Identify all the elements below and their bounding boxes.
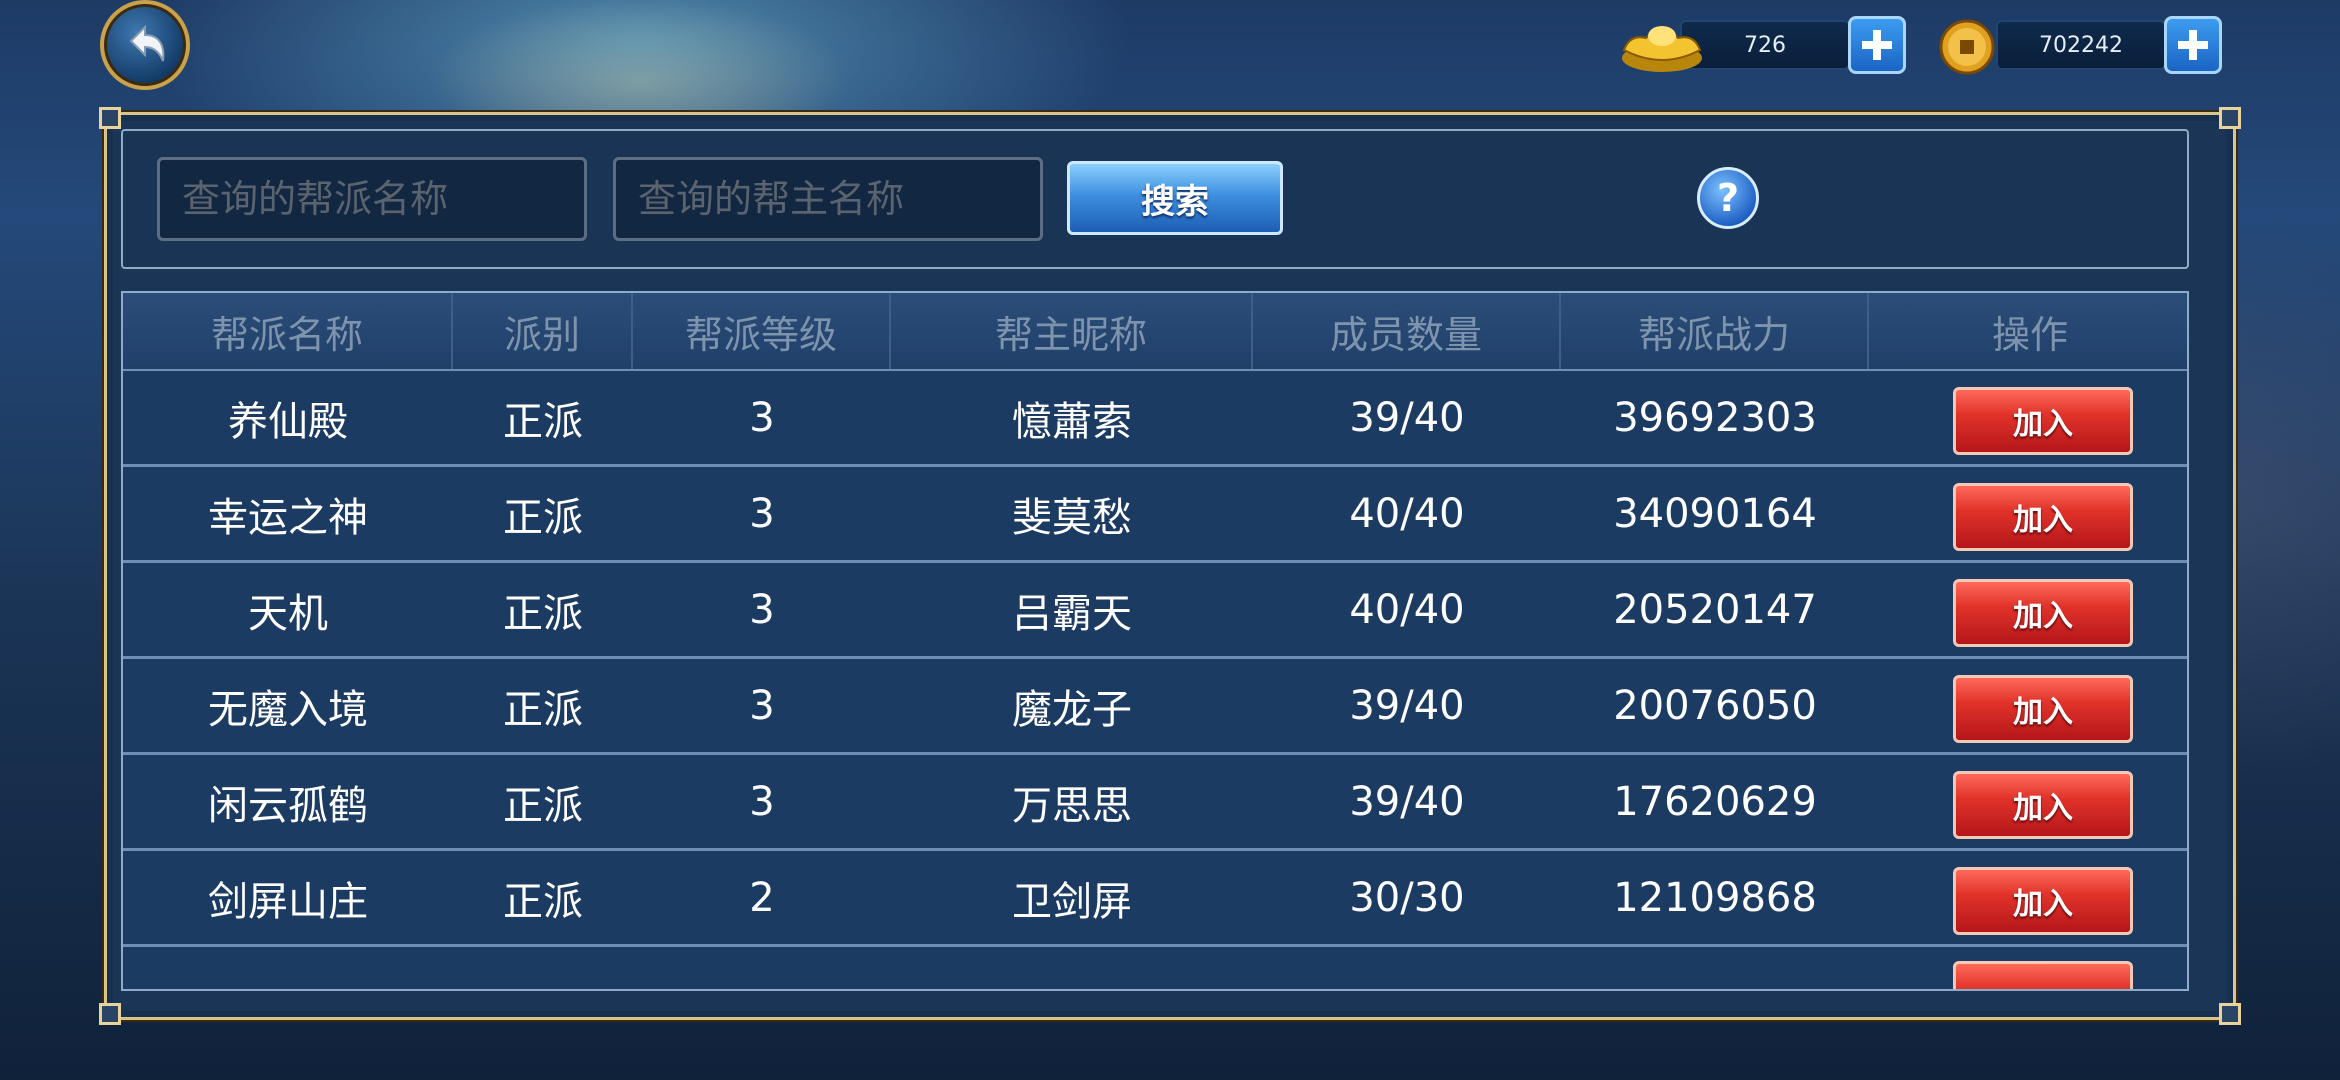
- gold-ingot-icon: [1620, 14, 1704, 80]
- panel-corner-ornament: [2219, 1003, 2241, 1025]
- cell-guild-power: 12109868: [1613, 874, 1817, 921]
- help-button[interactable]: ?: [1697, 167, 1759, 229]
- cell-faction: 正派: [503, 398, 583, 445]
- cell-guild-level: 2: [749, 874, 775, 921]
- leader-name-search-input[interactable]: [613, 157, 1043, 241]
- join-button[interactable]: [1953, 961, 2133, 989]
- copper-coin-icon: [1938, 18, 1996, 80]
- gold-ingot-amount: 726: [1680, 20, 1850, 70]
- cell-member-count: 39/40: [1349, 778, 1465, 825]
- table-row-partial: [123, 947, 2187, 989]
- cell-guild-power: 17620629: [1613, 778, 1817, 825]
- panel-corner-ornament: [99, 1003, 121, 1025]
- plus-icon: [1862, 30, 1892, 60]
- back-button[interactable]: [100, 0, 190, 90]
- table-row: 闲云孤鹤 正派 3 万思思 39/40 17620629 加入: [123, 755, 2187, 851]
- copper-coin-counter: 702242: [1936, 14, 2226, 76]
- cell-faction: 正派: [503, 686, 583, 733]
- header-guild-name: 帮派名称: [123, 293, 453, 369]
- join-button[interactable]: 加入: [1953, 387, 2133, 455]
- cell-guild-level: 3: [749, 586, 775, 633]
- table-row: 天机 正派 3 吕霸天 40/40 20520147 加入: [123, 563, 2187, 659]
- guild-list-panel: 搜索 ? 帮派名称 派别 帮派等级 帮主昵称 成员数量 帮派战力 操作 养仙殿正…: [99, 107, 2241, 1025]
- add-gold-button[interactable]: [1848, 16, 1906, 74]
- guild-table: 帮派名称 派别 帮派等级 帮主昵称 成员数量 帮派战力 操作 养仙殿 正派 3 憶蕭索…: [121, 291, 2189, 991]
- cell-guild-name: 养仙殿: [228, 398, 348, 445]
- panel-corner-ornament: [99, 107, 121, 129]
- cell-faction: 正派: [503, 494, 583, 541]
- question-mark-icon: ?: [1716, 176, 1740, 220]
- join-button[interactable]: 加入: [1953, 675, 2133, 743]
- guild-name-search-input[interactable]: [157, 157, 587, 241]
- cell-guild-power: 39692303: [1613, 394, 1817, 441]
- search-bar: 搜索 ?: [121, 129, 2189, 269]
- cell-guild-name: 天机: [248, 590, 328, 637]
- back-arrow-icon: [129, 24, 165, 62]
- cell-guild-name: 无魔入境: [208, 686, 368, 733]
- cell-faction: 正派: [503, 590, 583, 637]
- cell-guild-power: 20076050: [1613, 682, 1817, 729]
- header-leader-name: 帮主昵称: [891, 293, 1253, 369]
- table-row: 养仙殿 正派 3 憶蕭索 39/40 39692303 加入: [123, 371, 2187, 467]
- cell-guild-name: 闲云孤鹤: [208, 782, 368, 829]
- plus-icon: [2178, 30, 2208, 60]
- join-button[interactable]: 加入: [1953, 483, 2133, 551]
- cell-guild-level: 3: [749, 778, 775, 825]
- cell-member-count: 39/40: [1349, 394, 1465, 441]
- cell-faction: 正派: [503, 878, 583, 925]
- cell-leader-name: 吕霸天: [1012, 590, 1132, 637]
- add-coin-button[interactable]: [2164, 16, 2222, 74]
- cell-leader-name: 万思思: [1012, 782, 1132, 829]
- header-action: 操作: [1991, 312, 2068, 357]
- join-button[interactable]: 加入: [1953, 771, 2133, 839]
- header-member-count: 成员数量: [1253, 293, 1561, 369]
- cell-member-count: 40/40: [1349, 586, 1465, 633]
- cell-guild-name: 幸运之神: [208, 494, 368, 541]
- header-faction: 派别: [453, 293, 633, 369]
- copper-coin-amount: 702242: [1996, 20, 2166, 70]
- header-guild-power: 帮派战力: [1561, 293, 1869, 369]
- cell-member-count: 39/40: [1349, 682, 1465, 729]
- cell-guild-power: 34090164: [1613, 490, 1817, 537]
- panel-corner-ornament: [2219, 107, 2241, 129]
- header-guild-level: 帮派等级: [633, 293, 891, 369]
- cell-guild-name: 剑屏山庄: [208, 878, 368, 925]
- cell-member-count: 30/30: [1349, 874, 1465, 921]
- cell-faction: 正派: [503, 782, 583, 829]
- join-button[interactable]: 加入: [1953, 867, 2133, 935]
- search-button[interactable]: 搜索: [1067, 161, 1283, 235]
- table-row: 剑屏山庄 正派 2 卫剑屏 30/30 12109868 加入: [123, 851, 2187, 947]
- cell-leader-name: 卫剑屏: [1012, 878, 1132, 925]
- gold-ingot-counter: 726: [1620, 14, 1910, 76]
- cell-leader-name: 憶蕭索: [1012, 398, 1132, 445]
- join-button[interactable]: 加入: [1953, 579, 2133, 647]
- table-header: 帮派名称 派别 帮派等级 帮主昵称 成员数量 帮派战力 操作: [123, 293, 2187, 371]
- cell-guild-level: 3: [749, 394, 775, 441]
- cell-leader-name: 斐莫愁: [1012, 494, 1132, 541]
- cell-member-count: 40/40: [1349, 490, 1465, 537]
- cell-guild-level: 3: [749, 490, 775, 537]
- table-row: 幸运之神 正派 3 斐莫愁 40/40 34090164 加入: [123, 467, 2187, 563]
- cell-leader-name: 魔龙子: [1012, 686, 1132, 733]
- cell-guild-power: 20520147: [1613, 586, 1817, 633]
- cell-guild-level: 3: [749, 682, 775, 729]
- table-row: 无魔入境 正派 3 魔龙子 39/40 20076050 加入: [123, 659, 2187, 755]
